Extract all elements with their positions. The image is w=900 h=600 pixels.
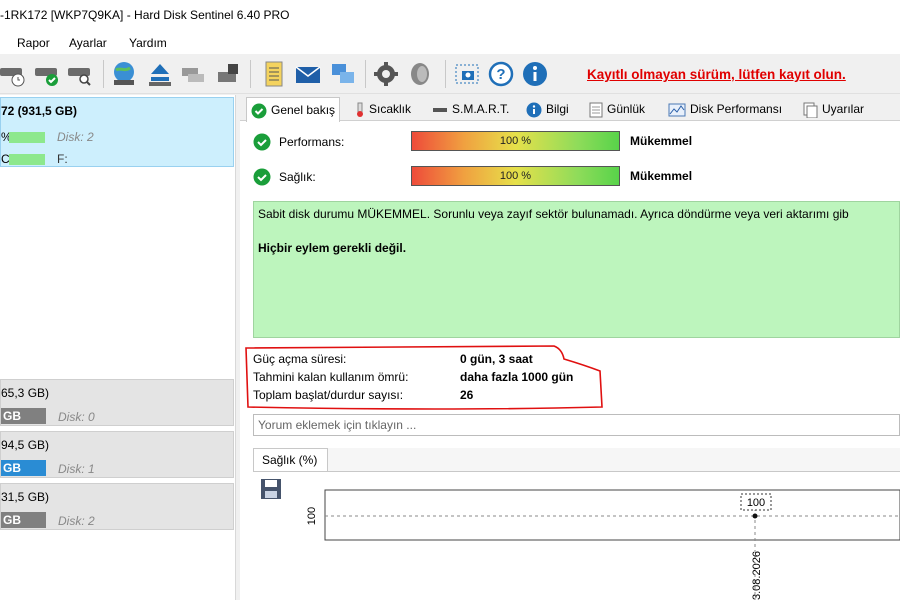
title-bar: -1RK172 [WKP7Q9KA] - Hard Disk Sentinel … [0, 0, 900, 32]
health-chart: 100 100 3.08.2026 [306, 489, 900, 600]
volume-disk-label: Disk: 2 [58, 514, 95, 528]
performance-percent: 100 % [499, 135, 532, 147]
volume-size: 94,5 GB) [1, 438, 50, 452]
menu-yardim[interactable]: Yardım [129, 36, 167, 50]
tab-info[interactable]: Bilgi [522, 97, 573, 121]
volume-item[interactable]: 31,5 GB) GB Disk: 2 [0, 483, 234, 530]
chart-tab-health[interactable]: Sağlık (%) [253, 448, 328, 472]
volume-item[interactable]: 65,3 GB) GB Disk: 0 [0, 379, 234, 426]
disk-temp-bar [9, 154, 45, 165]
help-icon[interactable]: ? [487, 60, 515, 88]
x-tick-label: 3.08.2026 [751, 551, 763, 600]
menu-rapor[interactable]: Rapor [17, 36, 50, 50]
performance-status: Mükemmel [630, 134, 693, 148]
tab-label: Günlük [607, 102, 646, 116]
unregistered-link[interactable]: Kayıtlı olmayan sürüm, lütfen kayıt olun… [587, 67, 846, 82]
action-text: Hiçbir eylem gerekli değil. [258, 241, 407, 255]
tab-label: Disk Performansı [690, 102, 783, 116]
point-value-label: 100 [747, 497, 765, 509]
tab-label: S.M.A.R.T. [452, 102, 510, 116]
plot-area [324, 489, 900, 541]
disk-title: 72 (931,5 GB) [1, 104, 78, 118]
mail-icon[interactable] [294, 60, 322, 88]
window-title: -1RK172 [WKP7Q9KA] - Hard Disk Sentinel … [0, 8, 290, 22]
comment-placeholder: Yorum eklemek için tıklayın ... [258, 418, 417, 432]
tab-overview[interactable]: Genel bakış [246, 97, 341, 122]
comment-input[interactable]: Yorum eklemek için tıklayın ... [253, 414, 900, 436]
document-icon [589, 102, 603, 118]
status-message-box: Sabit disk durumu MÜKEMMEL. Sorunlu veya… [253, 201, 900, 338]
disk-volume-letter: F: [57, 152, 68, 166]
gear-icon[interactable] [372, 60, 400, 88]
disk-health-bar [9, 132, 45, 143]
volume-disk-label: Disk: 0 [58, 410, 95, 424]
report-icon[interactable] [260, 60, 288, 88]
check-circle-icon [253, 168, 271, 186]
chart-title: Sağlık (%) [262, 453, 318, 467]
chart-point [752, 513, 758, 519]
tab-label: Genel bakış [271, 103, 336, 117]
performance-bar: 100 % [411, 131, 620, 151]
tab-smart[interactable]: S.M.A.R.T. [428, 97, 513, 121]
chart-icon [668, 103, 686, 117]
volume-size: 31,5 GB) [1, 490, 50, 504]
screenshot-icon[interactable] [453, 60, 481, 88]
health-percent: 100 % [499, 170, 532, 182]
disk-check-icon[interactable] [33, 60, 61, 88]
smart-icon [433, 107, 447, 112]
tab-label: Sıcaklık [369, 102, 412, 116]
disk-search-icon[interactable] [66, 60, 94, 88]
menu-bar: Rapor Ayarlar Yardım [0, 32, 900, 54]
performance-label: Performans: [279, 135, 345, 149]
disk-list-pane: 72 (931,5 GB) % Disk: 2 C F: 65,3 GB) GB… [0, 95, 236, 600]
y-tick-label: 100 [306, 507, 318, 525]
network-globe-icon[interactable] [110, 60, 138, 88]
volume-disk-label: Disk: 1 [58, 462, 95, 476]
health-status: Mükemmel [630, 169, 693, 183]
disk-clock-icon[interactable] [0, 60, 28, 88]
svg-text:?: ? [496, 66, 505, 83]
network-computers-icon[interactable] [328, 60, 356, 88]
volume-gb: GB [3, 409, 21, 423]
volume-item[interactable]: 94,5 GB) GB Disk: 1 [0, 431, 234, 478]
volume-gb: GB [3, 513, 21, 527]
alerts-icon [803, 102, 818, 119]
status-text: Sabit disk durumu MÜKEMMEL. Sorunlu veya… [258, 207, 849, 221]
sound-icon[interactable] [406, 60, 434, 88]
tab-bar: Genel bakış Sıcaklık S.M.A.R.T. Bilgi Gü… [240, 95, 900, 122]
disk-number-label: Disk: 2 [57, 130, 94, 144]
red-highlight-annotation [245, 345, 603, 410]
disk-export-icon[interactable] [214, 60, 242, 88]
tab-temperature[interactable]: Sıcaklık [351, 97, 415, 121]
volume-gb: GB [3, 461, 21, 475]
eject-icon[interactable] [146, 60, 174, 88]
health-label: Sağlık: [279, 170, 316, 184]
check-circle-icon [251, 103, 267, 119]
disks-icon[interactable] [180, 60, 208, 88]
disk-item-selected[interactable]: 72 (931,5 GB) % Disk: 2 C F: [0, 97, 234, 167]
tab-disk-performance[interactable]: Disk Performansı [664, 97, 786, 121]
check-circle-icon [253, 133, 271, 151]
tab-label: Bilgi [546, 102, 569, 116]
menu-ayarlar[interactable]: Ayarlar [69, 36, 107, 50]
thermometer-icon [357, 102, 363, 117]
health-bar: 100 % [411, 166, 620, 186]
info-icon [526, 102, 542, 118]
tab-label: Uyarılar [822, 102, 865, 116]
tab-alerts[interactable]: Uyarılar [798, 97, 868, 121]
tab-log[interactable]: Günlük [585, 97, 649, 121]
info-icon[interactable] [521, 60, 549, 88]
volume-size: 65,3 GB) [1, 386, 50, 400]
